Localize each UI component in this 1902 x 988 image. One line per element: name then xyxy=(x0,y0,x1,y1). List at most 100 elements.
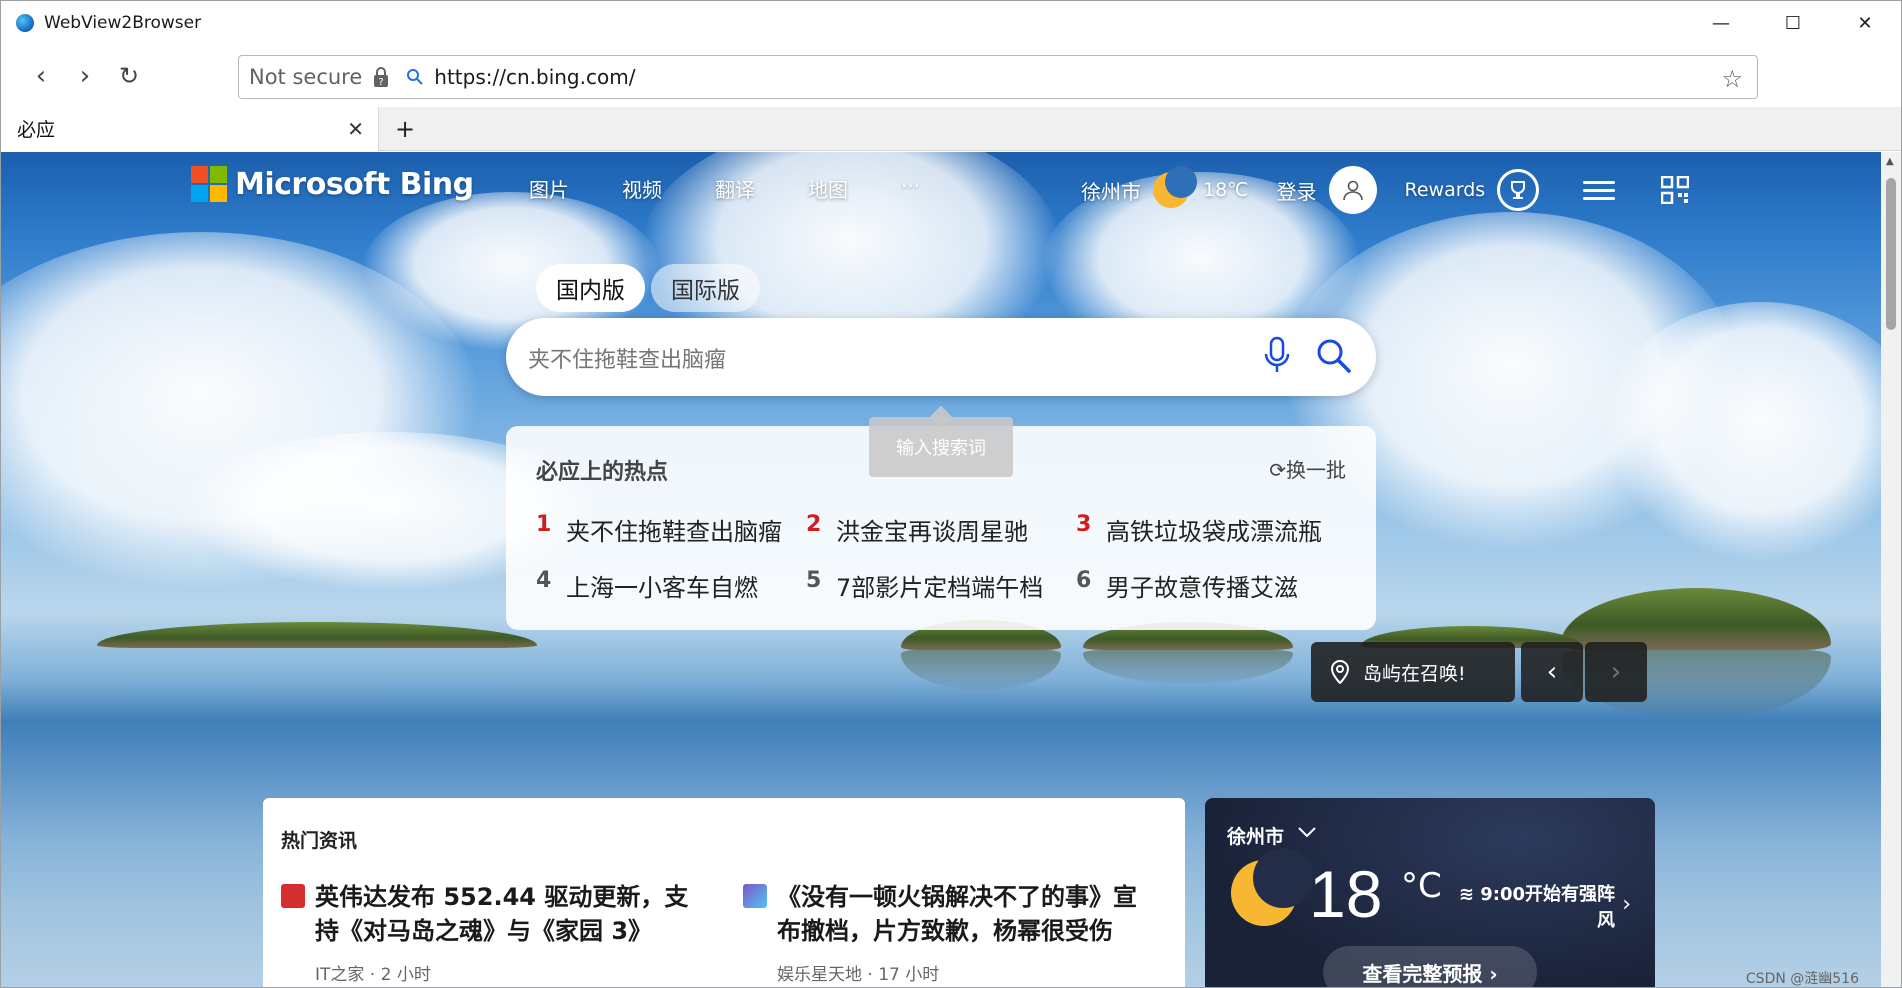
title-bar: WebView2Browser — ☐ ✕ xyxy=(1,1,1901,45)
nav-images[interactable]: 图片 xyxy=(529,174,622,203)
new-tab-button[interactable]: + xyxy=(395,115,415,143)
trending-item[interactable]: 6 男子故意传播艾滋 xyxy=(1076,568,1298,603)
trending-rank: 1 xyxy=(536,512,552,537)
navigation-bar: ‹ › ↻ Not secure ? https://cn.bing.com/ … xyxy=(1,45,1901,125)
next-image-button[interactable]: › xyxy=(1585,642,1647,702)
lock-warning-icon[interactable]: ? xyxy=(372,66,390,88)
tab-domestic[interactable]: 国内版 xyxy=(536,264,645,312)
previous-image-button[interactable]: ‹ xyxy=(1521,642,1583,702)
news-time: 2 小时 xyxy=(380,965,431,985)
refresh-label: 换一批 xyxy=(1286,458,1346,482)
island-reflection xyxy=(1083,650,1293,684)
trending-item[interactable]: 1 夹不住拖鞋查出脑瘤 xyxy=(536,512,782,547)
back-button[interactable]: ‹ xyxy=(19,54,63,98)
search-icon xyxy=(407,69,423,85)
reload-button[interactable]: ↻ xyxy=(107,54,151,98)
tab-strip: 必应 ✕ + xyxy=(1,106,1901,151)
chevron-down-icon[interactable] xyxy=(1295,820,1319,844)
maximize-button[interactable]: ☐ xyxy=(1757,1,1829,45)
microphone-icon[interactable] xyxy=(1262,336,1292,376)
vertical-scrollbar[interactable]: ▲ xyxy=(1881,152,1901,987)
window-controls: — ☐ ✕ xyxy=(1685,1,1901,45)
weather-city[interactable]: 徐州市 xyxy=(1227,822,1284,849)
search-input[interactable]: 夹不住拖鞋查出脑瘤 xyxy=(528,342,726,374)
bing-logo[interactable]: Microsoft Bing xyxy=(191,166,474,202)
trending-text: 夹不住拖鞋查出脑瘤 xyxy=(566,518,782,546)
app-globe-icon xyxy=(16,14,34,32)
scrollbar-thumb[interactable] xyxy=(1886,178,1896,330)
trending-text: 洪金宝再谈周星驰 xyxy=(836,518,1028,546)
browser-window: WebView2Browser — ☐ ✕ ‹ › ↻ Not secure ?… xyxy=(0,0,1902,988)
trending-rank: 4 xyxy=(536,568,552,593)
nav-videos[interactable]: 视频 xyxy=(622,174,715,203)
trending-text: 男子故意传播艾滋 xyxy=(1106,574,1298,602)
minimize-button[interactable]: — xyxy=(1685,1,1757,45)
nav-translate[interactable]: 翻译 xyxy=(715,174,808,203)
header-temperature[interactable]: 18℃ xyxy=(1203,179,1249,201)
rewards-trophy-icon[interactable] xyxy=(1497,169,1540,211)
news-headline[interactable]: 英伟达发布 552.44 驱动更新，支持《对马岛之魂》与《家园 3》 xyxy=(315,880,695,948)
logo-text: Microsoft Bing xyxy=(235,166,474,202)
region-tabs: 国内版 国际版 xyxy=(536,264,760,312)
island-reflection xyxy=(901,650,1061,690)
microsoft-logo-icon xyxy=(191,166,227,202)
trending-item[interactable]: 5 7部影片定档端午档 xyxy=(806,568,1043,603)
tab-bing[interactable]: 必应 ✕ xyxy=(1,106,379,151)
full-forecast-button[interactable]: 查看完整预报 › xyxy=(1323,946,1537,987)
trophy-icon xyxy=(1511,181,1526,199)
weather-card[interactable]: 徐州市 18 °C ≋ 9:00开始有强阵风 › 查看完整预报 › xyxy=(1205,798,1655,987)
search-tooltip: 输入搜索词 xyxy=(869,417,1013,477)
moon-weather-icon xyxy=(1231,848,1313,926)
caption-text: 岛屿在召唤! xyxy=(1363,662,1466,685)
trending-item[interactable]: 4 上海一小客车自燃 xyxy=(536,568,758,603)
hamburger-line xyxy=(1583,188,1616,192)
news-meta: IT之家 · 2 小时 xyxy=(315,965,431,985)
background-island xyxy=(1561,588,1831,650)
news-card: 热门资讯 英伟达发布 552.44 驱动更新，支持《对马岛之魂》与《家园 3》 … xyxy=(263,798,1185,987)
logo-square-blue xyxy=(191,185,208,202)
search-box[interactable]: 夹不住拖鞋查出脑瘤 xyxy=(506,318,1376,396)
trending-title: 必应上的热点 xyxy=(536,460,669,485)
image-caption[interactable]: 岛屿在召唤! xyxy=(1311,642,1515,702)
trending-item[interactable]: 2 洪金宝再谈周星驰 xyxy=(806,512,1028,547)
address-bar[interactable]: Not secure ? https://cn.bing.com/ ☆ xyxy=(238,55,1758,99)
wind-alert[interactable]: ≋ 9:00开始有强阵风 xyxy=(1451,882,1615,934)
nav-maps[interactable]: 地图 xyxy=(808,174,901,203)
news-meta: 娱乐星天地 · 17 小时 xyxy=(777,965,940,985)
hamburger-menu-icon[interactable] xyxy=(1583,176,1616,205)
location-city[interactable]: 徐州市 xyxy=(1081,176,1141,205)
tab-close-icon[interactable]: ✕ xyxy=(347,117,364,141)
tab-international[interactable]: 国际版 xyxy=(651,264,760,312)
user-avatar-icon[interactable] xyxy=(1328,166,1377,214)
news-headline[interactable]: 《没有一顿火锅解决不了的事》宣布撤档，片方致歉，杨幂很受伤 xyxy=(777,880,1157,948)
weather-temperature: 18 xyxy=(1309,857,1383,931)
watermark: CSDN @涟幽516 xyxy=(1745,971,1859,987)
close-button[interactable]: ✕ xyxy=(1829,1,1901,45)
login-link[interactable]: 登录 xyxy=(1277,176,1317,205)
refresh-icon: ⟳ xyxy=(1269,458,1286,482)
url-field[interactable]: https://cn.bing.com/ xyxy=(434,65,635,89)
search-button-icon[interactable] xyxy=(1314,336,1354,376)
logo-square-green xyxy=(210,166,227,183)
nav-more[interactable]: ··· xyxy=(901,174,994,203)
header-right: 徐州市 18℃ 登录 Rewards xyxy=(1081,166,1690,214)
scroll-up-arrow-icon[interactable]: ▲ xyxy=(1886,156,1894,167)
hamburger-line xyxy=(1583,196,1616,200)
news-section-title: 热门资讯 xyxy=(281,830,358,852)
wind-icon: ≋ xyxy=(1458,884,1481,905)
moon-weather-icon xyxy=(1153,166,1197,208)
refresh-trending-button[interactable]: ⟳换一批 xyxy=(1269,454,1346,483)
window-title: WebView2Browser xyxy=(44,13,202,33)
forward-button[interactable]: › xyxy=(63,54,107,98)
favorite-star-icon[interactable]: ☆ xyxy=(1721,65,1743,93)
trending-rank: 5 xyxy=(806,568,822,593)
rewards-link[interactable]: Rewards xyxy=(1405,179,1486,201)
trending-text: 高铁垃圾袋成漂流瓶 xyxy=(1106,518,1322,546)
hamburger-line xyxy=(1583,180,1616,184)
chevron-right-icon[interactable]: › xyxy=(1622,892,1631,917)
trending-item[interactable]: 3 高铁垃圾袋成漂流瓶 xyxy=(1076,512,1322,547)
tab-label: 必应 xyxy=(17,119,56,141)
trending-rank: 6 xyxy=(1076,568,1092,593)
security-status: Not secure xyxy=(249,65,363,89)
qr-code-icon[interactable] xyxy=(1661,176,1690,204)
